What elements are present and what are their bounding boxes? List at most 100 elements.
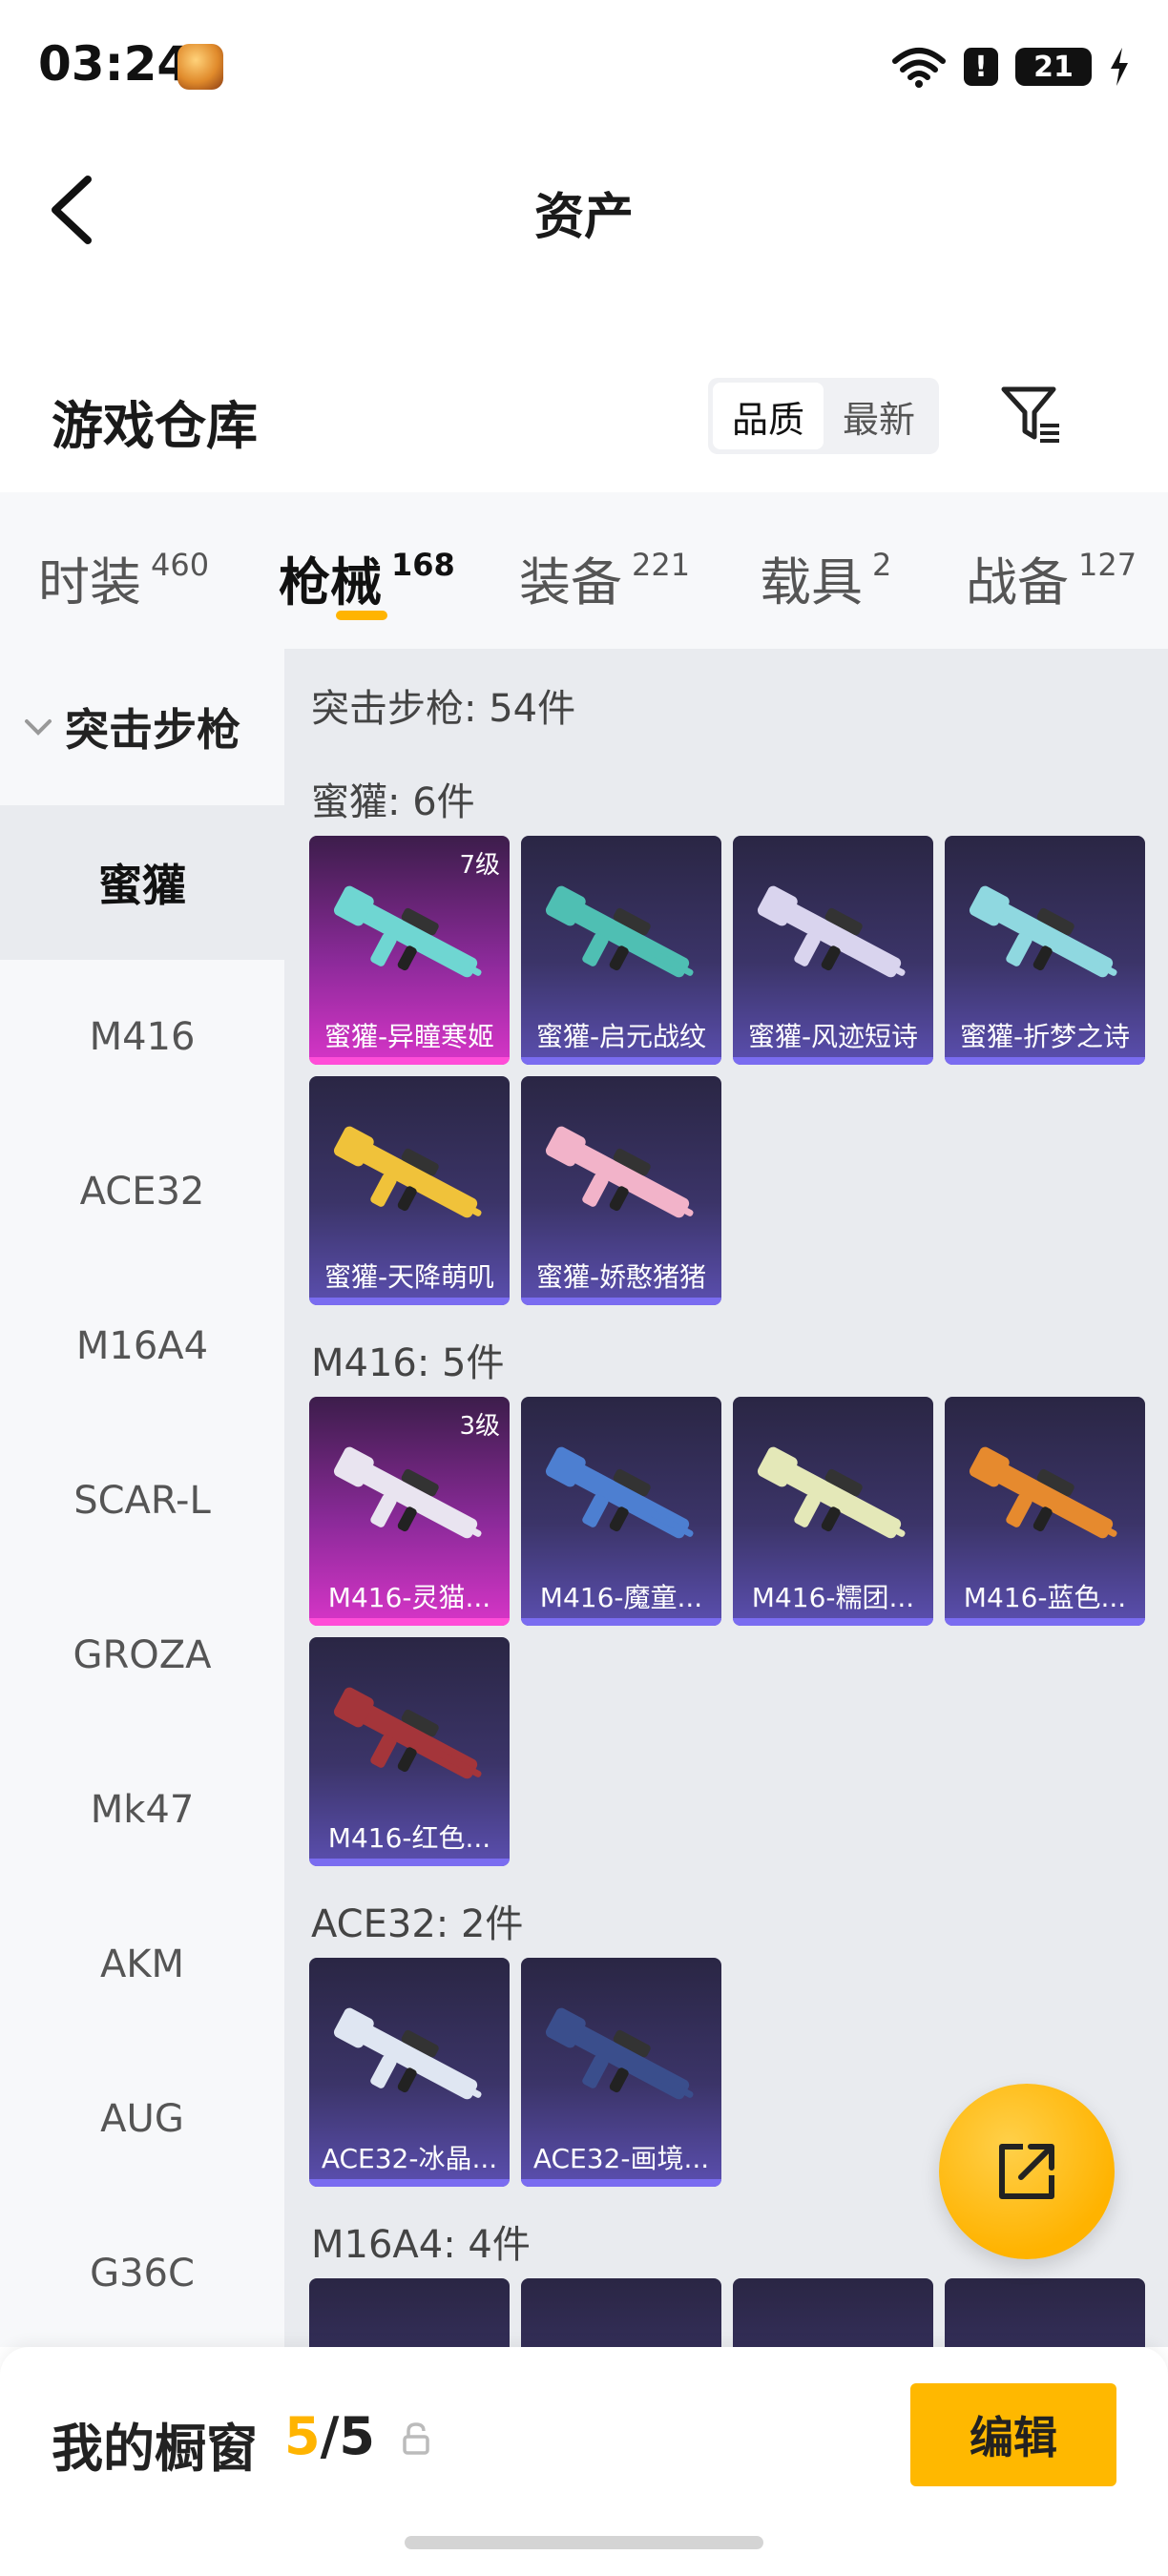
rarity-bar [521,1618,721,1626]
skin-name: 蜜獾-折梦之诗 [959,1021,1131,1052]
skin-name: M416-糯团... [751,1582,915,1613]
tab-vehicles[interactable]: 载具 2 [760,540,891,615]
sidebar-group-assault-rifles[interactable]: 突击步枪 [0,649,284,805]
app-notification-icon [177,44,223,90]
edit-button[interactable]: 编辑 [910,2383,1116,2486]
rarity-bar [733,1618,933,1626]
skin-card[interactable]: M416-红色... [309,1637,510,1866]
skin-name: M416-红色... [327,1822,491,1854]
skin-name: M416-蓝色... [963,1582,1127,1613]
rarity-bar [309,1057,510,1065]
sidebar-group-label: 突击步枪 [65,704,240,756]
skin-name: 蜜獾-异瞳寒姬 [323,1021,495,1052]
sidebar-item-groza[interactable]: GROZA [0,1578,284,1733]
sidebar-item-g36c[interactable]: G36C [0,2196,284,2351]
share-button[interactable] [939,2084,1115,2259]
filter-icon[interactable] [998,382,1065,448]
rarity-bar [733,1057,933,1065]
sidebar-item-m416[interactable]: M416 [0,960,284,1114]
sort-toggle: 品质 最新 [708,378,939,454]
rifle-icon [333,1687,482,1779]
skin-card[interactable]: M416-蓝色... [945,1397,1145,1626]
sidebar-item-mk47[interactable]: Mk47 [0,1733,284,1887]
alert-icon: ! [964,48,998,86]
category-tabs: 时装 460 枪械 168 装备 221 载具 2 战备 127 [0,492,1168,649]
skin-card[interactable] [521,2278,721,2347]
nav-header: 资产 [0,143,1168,277]
skin-card[interactable] [945,2278,1145,2347]
status-icons: ! 21 [891,44,1130,90]
tab-fashion[interactable]: 时装 460 [38,540,209,615]
skin-card[interactable]: ACE32-冰晶... [309,1958,510,2187]
status-time: 03:24 [38,36,191,92]
rifle-icon [969,1446,1117,1539]
chevron-down-icon [25,719,52,736]
rifle-icon [333,2007,482,2100]
rifle-icon [545,885,694,978]
rarity-bar [309,1618,510,1626]
skin-name: 蜜獾-娇憨猪猪 [535,1261,707,1293]
skin-card[interactable]: 7级蜜獾-异瞳寒姬 [309,836,510,1065]
rifle-icon [333,1446,482,1539]
skin-name: ACE32-冰晶... [321,2143,498,2174]
category-total: 突击步枪: 54件 [311,687,576,731]
lock-icon [403,2422,429,2455]
sort-quality-button[interactable]: 品质 [713,383,824,449]
tab-firearms[interactable]: 枪械 168 [279,540,455,615]
weapon-sidebar: 突击步枪 蜜獾 M416 ACE32 M16A4 SCAR-L GROZA Mk… [0,649,284,2347]
skin-card[interactable]: M416-魔童... [521,1397,721,1626]
sidebar-item-ace32[interactable]: ACE32 [0,1114,284,1269]
section-title: 游戏仓库 [52,396,258,456]
group-label: ACE32: 2件 [311,1902,524,1946]
rarity-bar [309,1298,510,1305]
group-label: M416: 5件 [311,1341,505,1385]
skin-card[interactable]: 蜜獾-天降萌叽 [309,1076,510,1305]
rifle-icon [545,2007,694,2100]
rarity-bar [945,1618,1145,1626]
group-label: 蜜獾: 6件 [311,780,475,824]
level-badge: 7级 [459,851,500,880]
sidebar-item-aug[interactable]: AUG [0,2042,284,2196]
battery-icon: 21 [1015,48,1092,86]
rarity-bar [309,1859,510,1866]
skin-card[interactable]: 3级 M416-灵猫... [309,1397,510,1626]
rifle-icon [333,1126,482,1218]
showcase-count: 5/5 [284,2406,375,2466]
rifle-icon [757,1446,906,1539]
sidebar-item-m16a4[interactable]: M16A4 [0,1269,284,1423]
level-badge: 3级 [459,1412,500,1441]
skin-card[interactable] [733,2278,933,2347]
skin-card[interactable]: 蜜獾-折梦之诗 [945,836,1145,1065]
rarity-bar [945,1057,1145,1065]
skin-name: 蜜獾-风迹短诗 [747,1021,919,1052]
skin-card[interactable] [309,2278,510,2347]
skin-card[interactable]: M416-糯团... [733,1397,933,1626]
skin-name: ACE32-画境... [532,2143,710,2174]
sidebar-item-honey-badger[interactable]: 蜜獾 [0,805,284,960]
sidebar-item-scar-l[interactable]: SCAR-L [0,1423,284,1578]
sidebar-item-akm[interactable]: AKM [0,1887,284,2042]
showcase-bar: 我的橱窗 5/5 编辑 [0,2347,1168,2576]
skin-name: 蜜獾-启元战纹 [535,1021,707,1052]
home-indicator[interactable] [405,2536,763,2549]
active-tab-indicator [336,611,387,620]
group-label: M16A4: 4件 [311,2223,531,2267]
skin-card[interactable]: ACE32-画境... [521,1958,721,2187]
rarity-bar [521,1298,721,1305]
skin-card[interactable]: 蜜獾-娇憨猪猪 [521,1076,721,1305]
rarity-bar [521,1057,721,1065]
tab-equipment[interactable]: 装备 221 [519,540,690,615]
status-bar: 03:24 ! 21 [0,0,1168,134]
section-header: 游戏仓库 品质 最新 [0,363,1168,477]
share-icon [999,2144,1054,2199]
rifle-icon [757,885,906,978]
tab-supplies[interactable]: 战备 127 [966,540,1137,615]
skin-card[interactable]: 蜜獾-启元战纹 [521,836,721,1065]
skin-name: M416-魔童... [539,1582,703,1613]
rifle-icon [545,1126,694,1218]
showcase-label: 我的橱窗 [52,2419,258,2479]
skin-card[interactable]: 蜜獾-风迹短诗 [733,836,933,1065]
skin-name: M416-灵猫... [327,1582,491,1613]
rarity-bar [521,2179,721,2187]
sort-newest-button[interactable]: 最新 [824,383,934,449]
